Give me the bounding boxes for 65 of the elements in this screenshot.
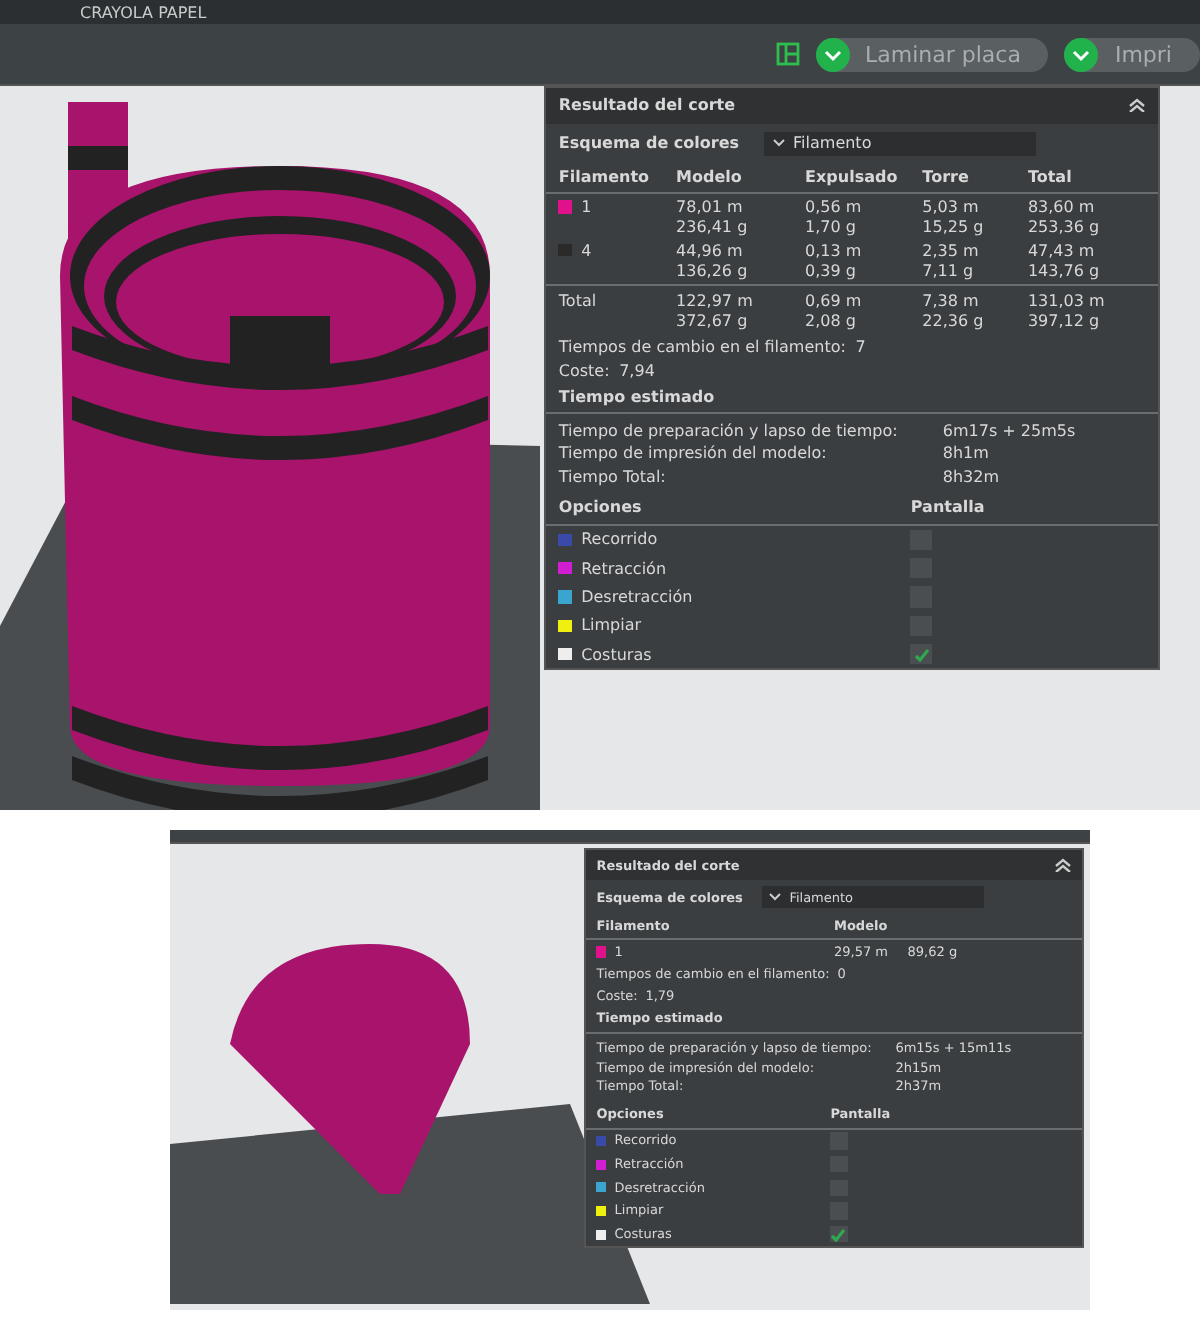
table-value: 44,96 m [676,241,745,260]
column-header: Torre [922,168,971,187]
display-checkbox[interactable] [830,1132,848,1150]
time-label: Tiempo Total: [558,467,668,486]
column-header: Modelo [676,168,744,187]
table-value: 7,11 g [922,261,976,280]
table-value: 131,03 m [1027,291,1107,310]
table-value: 7,38 m [922,291,981,310]
table-value: 0,39 g [805,261,858,280]
table-value: 1,70 g [805,218,858,237]
table-value: 22,36 g [922,311,986,330]
filament-id: 1 [581,198,592,217]
time-value: 6m17s + 25m5s [942,421,1078,440]
window-title: CRAYOLA PAPEL [80,4,207,24]
collapse-icon[interactable] [1127,98,1146,113]
check-icon [815,37,850,71]
table-value: 15,25 g [922,218,986,237]
chevron-icon [768,892,783,903]
table-value: 47,43 m [1027,241,1097,260]
table-value: 83,60 m [1027,198,1097,217]
table-value: 2,35 m [922,241,981,260]
collapse-icon[interactable] [1053,858,1072,873]
table-value: 253,36 g [1027,218,1102,237]
change-label: Tiempos de cambio en el filamento: [558,337,846,356]
display-checkbox[interactable] [910,644,932,665]
table-value: 143,76 g [1027,261,1102,280]
time-value: 8h32m [942,467,1002,486]
time-label: Tiempo de impresión del modelo: [558,444,829,463]
option-label: Desretracción [581,587,693,606]
display-checkbox[interactable] [910,529,932,550]
cost-value: 7,94 [619,362,655,381]
layout-icon[interactable] [775,42,800,66]
table-value: 122,97 m [676,291,755,310]
option-label: Retracción [581,559,667,578]
change-value: 7 [855,337,866,356]
column-header: Filamento [558,168,652,187]
column-header: Opciones [558,498,644,517]
cost-label: Coste: [558,362,610,381]
table-value: 0,13 m [805,241,864,260]
section-title: Tiempo estimado [558,388,715,407]
table-value: 397,12 g [1027,311,1102,330]
total-label: Total [558,291,599,310]
table-value: 136,26 g [676,261,750,280]
table-value: 78,01 m [676,198,745,217]
filament-id: 4 [581,241,592,260]
time-value: 8h1m [942,444,991,463]
column-header: Expulsado [805,168,900,187]
option-label: Limpiar [581,616,642,635]
panel-title: Resultado del corte [558,96,736,115]
scheme-label: Esquema de colores [558,134,740,153]
option-label: Costuras [581,645,652,664]
column-header: Pantalla [910,498,987,517]
table-value: 0,69 m [805,291,864,310]
time-label: Tiempo de preparación y lapso de tiempo: [558,421,900,440]
display-checkbox[interactable] [830,1225,848,1243]
color-scheme-dropdown[interactable]: Filamento [763,131,1036,156]
column-header: Total [1027,168,1074,187]
table-value: 372,67 g [676,311,750,330]
table-value: 236,41 g [676,218,750,237]
table-value: 0,56 m [805,198,864,217]
check-icon [1064,37,1099,71]
table-value: 5,03 m [922,198,981,217]
chevron-icon [771,138,786,149]
table-value: 2,08 g [805,311,858,330]
option-label: Recorrido [581,530,658,549]
